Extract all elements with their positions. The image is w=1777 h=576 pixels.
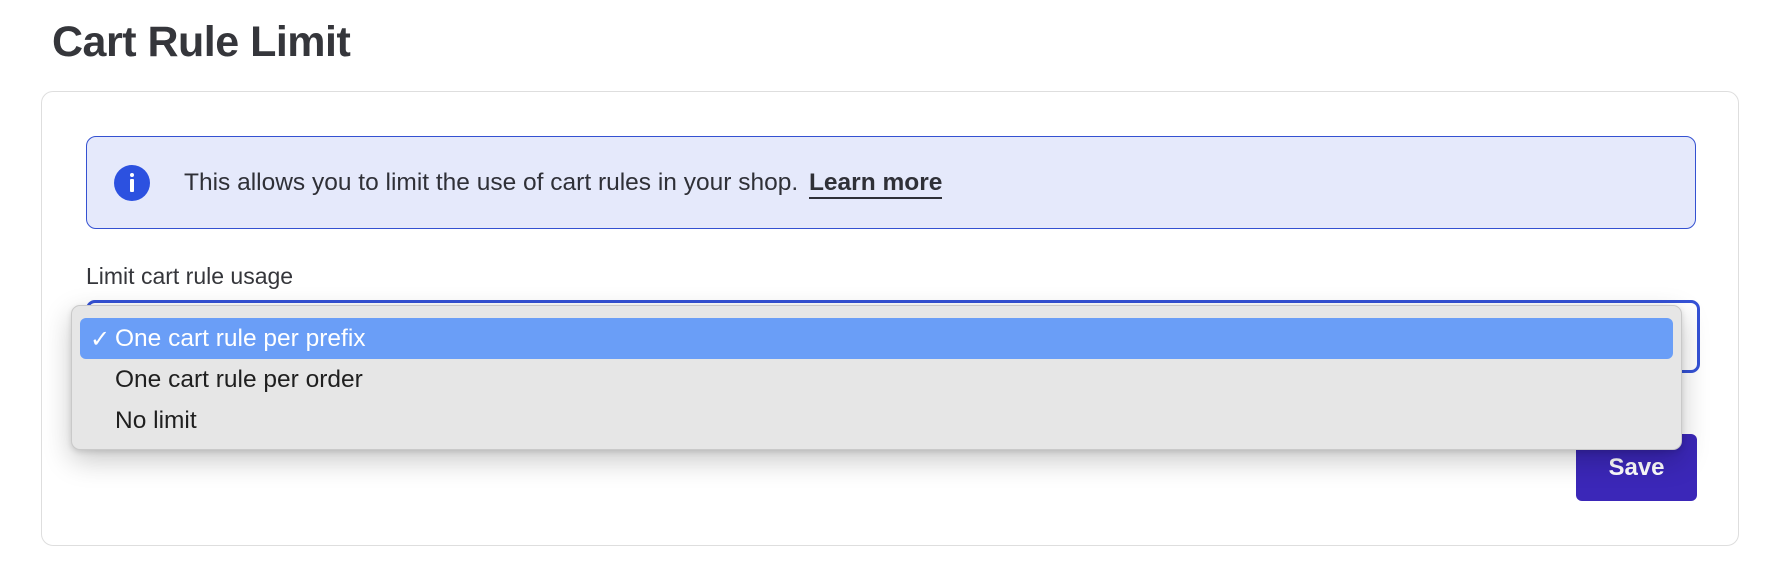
alert-message: This allows you to limit the use of cart… [184, 168, 799, 196]
learn-more-link[interactable]: Learn more [808, 168, 943, 199]
limit-usage-dropdown-menu: ✓ One cart rule per prefix One cart rule… [71, 305, 1682, 450]
alert-text: This allows you to limit the use of cart… [184, 168, 943, 199]
limit-usage-label: Limit cart rule usage [86, 263, 294, 289]
dropdown-option-one-per-order[interactable]: One cart rule per order [80, 359, 1673, 400]
option-label: No limit [115, 406, 197, 434]
dropdown-option-one-per-prefix[interactable]: ✓ One cart rule per prefix [80, 318, 1673, 359]
page-title: Cart Rule Limit [52, 18, 351, 66]
info-alert: This allows you to limit the use of cart… [86, 136, 1696, 229]
dropdown-option-no-limit[interactable]: No limit [80, 400, 1673, 441]
option-label: One cart rule per prefix [115, 324, 366, 352]
info-icon [114, 164, 150, 201]
option-label: One cart rule per order [115, 365, 363, 393]
checkmark-icon: ✓ [90, 326, 111, 353]
